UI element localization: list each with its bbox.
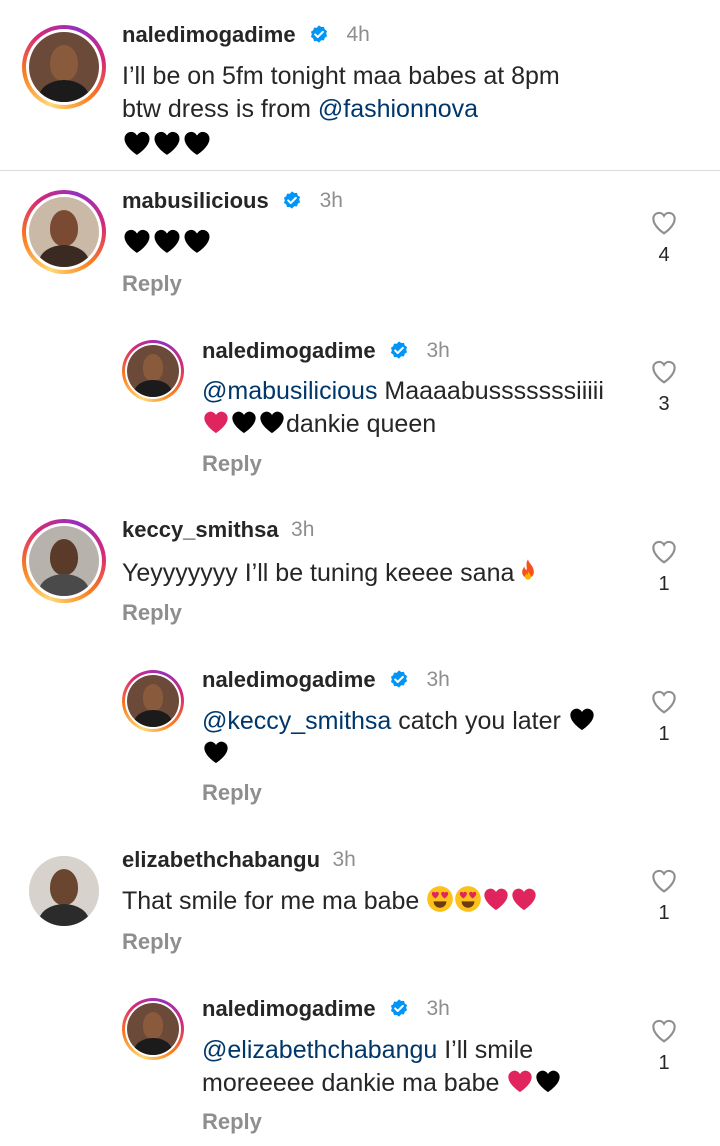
- heart-outline-icon[interactable]: [648, 355, 680, 387]
- username[interactable]: naledimogadime: [202, 996, 376, 1022]
- caption-text: I’ll be on 5fm tonight maa babes at 8pm …: [122, 60, 560, 163]
- caption-line-2: btw dress is from @fashionnova: [122, 93, 560, 126]
- black-heart-icon: [152, 226, 182, 256]
- like-button[interactable]: 1: [648, 685, 680, 746]
- username[interactable]: naledimogadime: [122, 22, 296, 48]
- verified-badge-icon: [281, 190, 303, 212]
- black-heart-icon: [122, 128, 152, 158]
- comment-text-line-2: moreeeee dankie ma babe: [202, 1069, 507, 1097]
- comment-text-body: That smile for me ma babe: [122, 887, 427, 915]
- red-heart-icon: [506, 1067, 534, 1095]
- black-heart-icon: [568, 705, 596, 733]
- username[interactable]: naledimogadime: [202, 338, 376, 364]
- heart-eyes-emoji-icon: [426, 885, 454, 913]
- like-button[interactable]: 1: [648, 1014, 680, 1075]
- mention-link[interactable]: @fashionnova: [318, 95, 478, 123]
- black-heart-icon: [182, 128, 212, 158]
- heart-outline-icon[interactable]: [648, 535, 680, 567]
- black-heart-icon: [122, 226, 152, 256]
- black-heart-icon: [534, 1067, 562, 1095]
- caption-line-2-text: btw dress is from: [122, 95, 318, 123]
- comment-text: @elizabethchabangu I’ll smile moreeeee d…: [202, 1034, 562, 1100]
- fire-icon: [514, 557, 542, 585]
- heart-outline-icon[interactable]: [648, 1014, 680, 1046]
- verified-badge-icon: [388, 340, 410, 362]
- caption-emojis: [122, 128, 560, 163]
- timestamp: 3h: [332, 848, 356, 871]
- caption-line-1: I’ll be on 5fm tonight maa babes at 8pm: [122, 62, 560, 90]
- like-count: 1: [658, 573, 670, 595]
- red-heart-icon: [510, 885, 538, 913]
- timestamp: 3h: [426, 339, 450, 362]
- black-heart-icon: [230, 408, 258, 436]
- comment-text-line-1: catch you later: [391, 707, 561, 735]
- like-count: 1: [658, 723, 670, 745]
- like-button[interactable]: 1: [648, 864, 680, 925]
- like-button[interactable]: 1: [648, 535, 680, 596]
- avatar[interactable]: [122, 670, 184, 732]
- red-heart-icon: [202, 408, 230, 436]
- comment-text: That smile for me ma babe: [122, 885, 538, 918]
- black-heart-icon: [182, 226, 212, 256]
- username[interactable]: naledimogadime: [202, 667, 376, 693]
- avatar[interactable]: [22, 190, 106, 274]
- like-count: 1: [658, 902, 670, 924]
- mention-link[interactable]: @keccy_smithsa: [202, 707, 391, 735]
- timestamp: 3h: [291, 518, 315, 541]
- comment-text-line-2: dankie queen: [286, 410, 437, 438]
- red-heart-icon: [482, 885, 510, 913]
- avatar[interactable]: [122, 340, 184, 402]
- reply-button[interactable]: Reply: [122, 271, 182, 297]
- reply-button[interactable]: Reply: [202, 1109, 262, 1135]
- comment-text: Yeyyyyyyy I’ll be tuning keeee sana: [122, 557, 542, 590]
- comment-text: @keccy_smithsa catch you later: [202, 705, 596, 771]
- black-heart-icon: [152, 128, 182, 158]
- heart-outline-icon[interactable]: [648, 206, 680, 238]
- timestamp: 3h: [426, 997, 450, 1020]
- verified-badge-icon: [388, 669, 410, 691]
- like-button[interactable]: 4: [648, 206, 680, 267]
- like-count: 4: [658, 244, 670, 266]
- username[interactable]: mabusilicious: [122, 188, 269, 214]
- heart-outline-icon[interactable]: [648, 685, 680, 717]
- comment-text: @mabusilicious Maaaabusssssssiiiii danki…: [202, 375, 604, 441]
- avatar[interactable]: [22, 25, 106, 109]
- comment-text-line-1: Maaaabusssssssiiiii: [377, 377, 604, 405]
- username[interactable]: keccy_smithsa: [122, 517, 279, 543]
- username[interactable]: elizabethchabangu: [122, 847, 320, 873]
- like-button[interactable]: 3: [648, 355, 680, 416]
- timestamp: 3h: [319, 189, 343, 212]
- like-count: 1: [658, 1052, 670, 1074]
- heart-eyes-emoji-icon: [454, 885, 482, 913]
- avatar[interactable]: [22, 519, 106, 603]
- like-count: 3: [658, 393, 670, 415]
- comment-text-line-1: I’ll smile: [437, 1036, 534, 1064]
- mention-link[interactable]: @elizabethchabangu: [202, 1036, 437, 1064]
- comment-text-body: Yeyyyyyyy I’ll be tuning keeee sana: [122, 559, 515, 587]
- comment-text: [122, 226, 212, 261]
- reply-button[interactable]: Reply: [202, 451, 262, 477]
- black-heart-icon: [258, 408, 286, 436]
- timestamp: 4h: [346, 23, 370, 46]
- black-heart-icon: [202, 738, 230, 766]
- avatar[interactable]: [122, 998, 184, 1060]
- verified-badge-icon: [308, 24, 330, 46]
- reply-button[interactable]: Reply: [202, 780, 262, 806]
- reply-button[interactable]: Reply: [122, 929, 182, 955]
- timestamp: 3h: [426, 668, 450, 691]
- heart-outline-icon[interactable]: [648, 864, 680, 896]
- avatar[interactable]: [29, 856, 99, 926]
- mention-link[interactable]: @mabusilicious: [202, 377, 377, 405]
- verified-badge-icon: [388, 998, 410, 1020]
- post-caption: naledimogadime 4h I’ll be on 5fm tonight…: [0, 0, 720, 171]
- reply-button[interactable]: Reply: [122, 600, 182, 626]
